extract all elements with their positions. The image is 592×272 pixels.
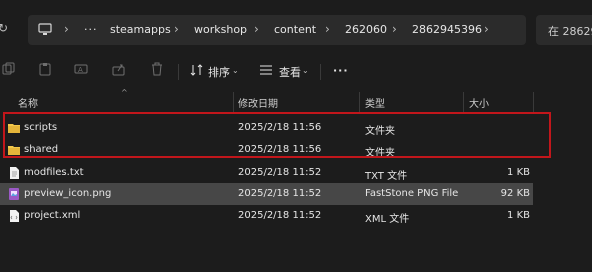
search-placeholder: 在 28629 — [548, 25, 592, 38]
command-bar: A 排序 ⌄ 查看 ⌄ ··· — [0, 58, 592, 86]
xml-file-icon — [10, 210, 19, 222]
breadcrumb-steamapps[interactable]: steamapps — [110, 23, 171, 36]
refresh-icon[interactable]: ↻ — [0, 21, 8, 35]
list-item[interactable]: project.xml 2025/2/18 11:52 XML 文件 1 KB — [0, 205, 533, 227]
chevron-down-icon: ⌄ — [302, 66, 309, 75]
file-size: 1 KB — [507, 167, 530, 178]
toolbar-divider — [178, 64, 179, 80]
monitor-icon — [38, 23, 52, 35]
share-icon[interactable] — [112, 62, 126, 76]
list-item[interactable]: modfiles.txt 2025/2/18 11:52 TXT 文件 1 KB — [0, 162, 533, 184]
chevron-right-icon[interactable]: › — [484, 22, 489, 36]
highlight-box — [3, 112, 551, 158]
sort-icon — [190, 64, 203, 76]
address-row: ↻ › ··· steamapps › workshop › content ›… — [0, 0, 592, 58]
chevron-down-icon: ⌄ — [232, 66, 239, 75]
column-date[interactable]: 修改日期 — [238, 95, 278, 110]
file-type: TXT 文件 — [365, 171, 408, 182]
column-header: ^ 名称 修改日期 类型 大小 — [0, 88, 592, 112]
file-name: project.xml — [24, 210, 81, 221]
breadcrumb-262060[interactable]: 262060 — [345, 23, 387, 36]
search-input[interactable]: 在 28629 — [536, 15, 592, 45]
file-name: modfiles.txt — [24, 167, 84, 178]
file-type: FastStone PNG File — [365, 188, 459, 199]
file-date: 2025/2/18 11:52 — [238, 167, 322, 178]
more-options-button[interactable]: ··· — [333, 64, 349, 77]
column-divider[interactable] — [463, 92, 464, 112]
file-size: 1 KB — [507, 210, 530, 221]
column-size[interactable]: 大小 — [469, 95, 489, 110]
sort-up-icon: ^ — [121, 88, 128, 97]
chevron-right-icon: › — [254, 22, 259, 36]
image-file-icon — [9, 188, 19, 200]
column-type[interactable]: 类型 — [365, 95, 385, 110]
copy-icon[interactable] — [2, 62, 16, 76]
file-name: preview_icon.png — [24, 188, 112, 199]
chevron-right-icon: › — [174, 22, 179, 36]
column-divider[interactable] — [533, 92, 534, 112]
file-size: 92 KB — [500, 188, 530, 199]
svg-text:A: A — [78, 66, 83, 74]
chevron-right-icon: › — [392, 22, 397, 36]
delete-icon[interactable] — [150, 62, 164, 76]
rename-icon[interactable]: A — [74, 62, 88, 76]
view-icon — [260, 65, 272, 75]
sort-label: 排序 — [208, 66, 230, 79]
file-type: XML 文件 — [365, 214, 410, 225]
file-date: 2025/2/18 11:52 — [238, 188, 322, 199]
address-bar[interactable]: › ··· steamapps › workshop › content › 2… — [28, 15, 526, 45]
list-item-selected[interactable]: preview_icon.png 2025/2/18 11:52 FastSto… — [0, 183, 533, 205]
view-label: 查看 — [279, 66, 301, 79]
paste-icon[interactable] — [38, 62, 52, 76]
chevron-right-icon: › — [325, 22, 330, 36]
file-date: 2025/2/18 11:52 — [238, 210, 322, 221]
breadcrumb-2862945396[interactable]: 2862945396 — [412, 23, 482, 36]
breadcrumb-workshop[interactable]: workshop — [194, 23, 247, 36]
text-file-icon — [10, 167, 19, 179]
breadcrumb-content[interactable]: content — [274, 23, 316, 36]
column-name[interactable]: 名称 — [18, 95, 38, 110]
column-divider[interactable] — [359, 92, 360, 112]
toolbar-divider — [320, 64, 321, 80]
chevron-right-icon: › — [64, 22, 69, 36]
column-divider[interactable] — [233, 92, 234, 112]
breadcrumb-more[interactable]: ··· — [84, 23, 98, 36]
